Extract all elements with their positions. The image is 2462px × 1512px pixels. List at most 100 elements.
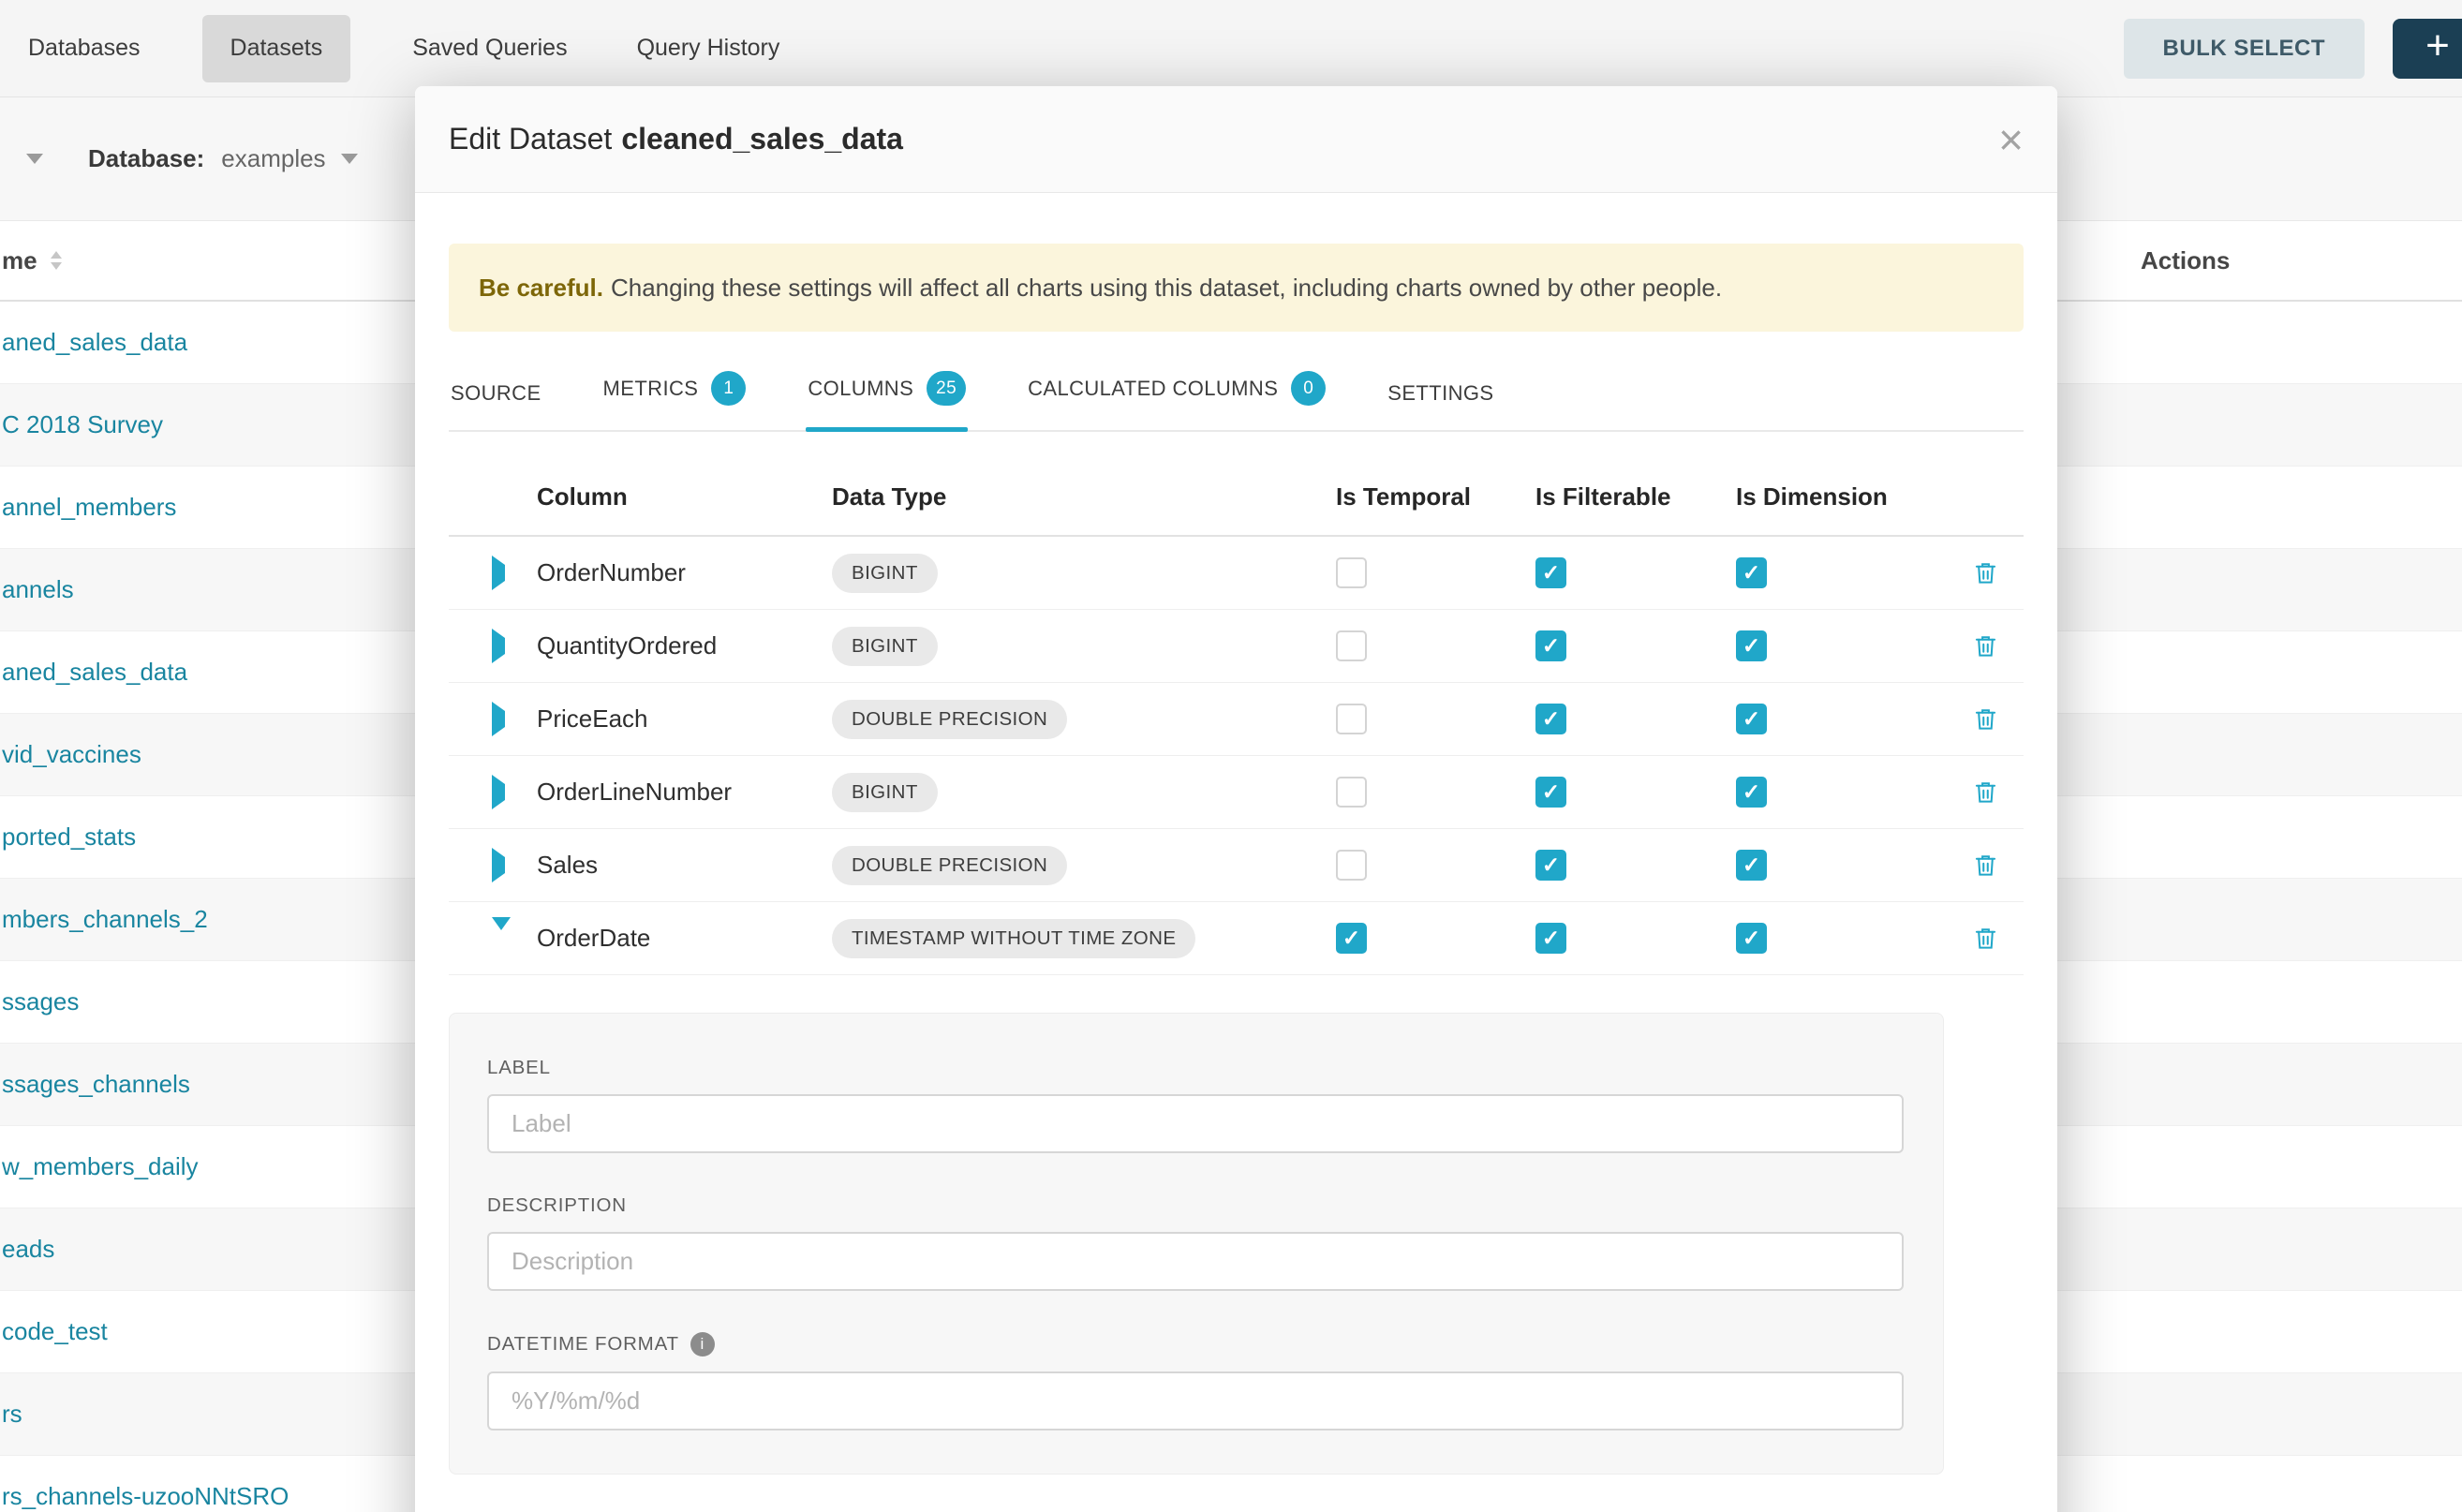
delete-column-button[interactable] (1973, 560, 1998, 586)
is-filterable-checkbox[interactable]: ✓ (1535, 704, 1566, 734)
column-name: OrderLineNumber (537, 778, 832, 807)
modal-tab-metrics[interactable]: METRICS 1 (601, 350, 749, 430)
is-filterable-checkbox[interactable]: ✓ (1535, 923, 1566, 954)
database-filter-label: Database: (88, 144, 204, 173)
dataset-link[interactable]: ssages_channels (2, 1070, 190, 1099)
is-filterable-checkbox[interactable]: ✓ (1535, 630, 1566, 661)
dataset-link[interactable]: eads (2, 1235, 54, 1264)
label-input[interactable] (487, 1094, 1904, 1153)
add-dataset-button[interactable]: + (2393, 19, 2462, 79)
delete-column-button[interactable] (1973, 706, 1998, 732)
nav-item-label: Saved Queries (412, 35, 567, 62)
is-dimension-checkbox[interactable]: ✓ (1736, 923, 1767, 954)
chevron-down-icon[interactable] (341, 154, 358, 164)
delete-column-button[interactable] (1973, 779, 1998, 805)
expand-caret-icon[interactable] (492, 629, 505, 663)
delete-column-button[interactable] (1973, 633, 1998, 659)
nav-item-databases[interactable]: Databases (21, 15, 148, 82)
expand-caret-icon[interactable] (492, 556, 505, 590)
chevron-down-icon[interactable] (26, 154, 43, 164)
modal-tab-settings[interactable]: SETTINGS (1386, 361, 1495, 430)
dataset-link[interactable]: annels (2, 575, 74, 604)
nav-actions: BULK SELECT + (2124, 19, 2462, 79)
column-name: QuantityOrdered (537, 631, 832, 660)
modal-tab-columns[interactable]: COLUMNS 25 (806, 350, 968, 430)
datetime-format-input[interactable] (487, 1371, 1904, 1430)
column-header: Column (537, 482, 832, 511)
is-filterable-checkbox[interactable]: ✓ (1535, 557, 1566, 588)
expand-caret-icon[interactable] (492, 917, 511, 946)
dataset-link[interactable]: mbers_channels_2 (2, 905, 208, 934)
datetime-format-field-label: DATETIME FORMAT i (487, 1332, 1906, 1356)
dataset-link[interactable]: aned_sales_data (2, 658, 187, 687)
tab-count-badge: 0 (1291, 371, 1326, 406)
dataset-link[interactable]: ported_stats (2, 823, 136, 852)
modal-title: Edit Dataset cleaned_sales_data (449, 122, 903, 156)
dataset-link[interactable]: rs_channels-uzooNNtSRO (2, 1482, 289, 1511)
nav-item-saved-queries[interactable]: Saved Queries (405, 15, 574, 82)
is-filterable-checkbox[interactable]: ✓ (1535, 777, 1566, 808)
column-detail-panel: LABEL DESCRIPTION DATETIME FORMAT i (449, 1013, 1944, 1475)
bulk-select-button[interactable]: BULK SELECT (2124, 19, 2366, 79)
modal-tabs: SOURCE METRICS 1 COLUMNS 25 CALCULATED C… (449, 350, 2024, 432)
delete-column-button[interactable] (1973, 926, 1998, 951)
dataset-link[interactable]: rs (2, 1400, 22, 1429)
info-icon: i (690, 1332, 715, 1356)
modal-title-dataset-name: cleaned_sales_data (621, 122, 903, 156)
tab-count-badge: 25 (927, 371, 966, 406)
is-temporal-checkbox[interactable]: ✓ (1336, 923, 1367, 954)
nav-item-datasets[interactable]: Datasets (202, 15, 351, 82)
is-temporal-checkbox[interactable]: ✓ (1336, 704, 1367, 734)
dataset-link[interactable]: w_members_daily (2, 1152, 199, 1181)
description-input[interactable] (487, 1232, 1904, 1291)
modal-body: Be careful.Changing these settings will … (415, 244, 2057, 1475)
warning-banner: Be careful.Changing these settings will … (449, 244, 2024, 332)
description-field-group: DESCRIPTION (487, 1194, 1906, 1291)
is-temporal-checkbox[interactable]: ✓ (1336, 630, 1367, 661)
modal-title-prefix: Edit Dataset (449, 122, 612, 156)
is-dimension-checkbox[interactable]: ✓ (1736, 777, 1767, 808)
dataset-link[interactable]: C 2018 Survey (2, 410, 163, 439)
database-filter-value[interactable]: examples (221, 144, 325, 173)
nav-item-query-history[interactable]: Query History (630, 15, 788, 82)
column-name: OrderNumber (537, 558, 832, 587)
expand-caret-icon[interactable] (492, 702, 505, 736)
is-filterable-checkbox[interactable]: ✓ (1535, 850, 1566, 881)
expand-caret-icon[interactable] (492, 848, 505, 882)
dataset-link[interactable]: vid_vaccines (2, 740, 141, 769)
is-temporal-checkbox[interactable]: ✓ (1336, 557, 1367, 588)
trash-icon (1973, 560, 1998, 586)
expand-caret-icon[interactable] (492, 775, 505, 809)
is-dimension-checkbox[interactable]: ✓ (1736, 850, 1767, 881)
column-row: OrderDate TIMESTAMP WITHOUT TIME ZONE ✓ … (449, 902, 2024, 975)
data-type-pill: TIMESTAMP WITHOUT TIME ZONE (832, 919, 1195, 958)
is-dimension-checkbox[interactable]: ✓ (1736, 630, 1767, 661)
column-row: PriceEach DOUBLE PRECISION ✓ ✓ ✓ (449, 683, 2024, 756)
is-dimension-header: Is Dimension (1736, 482, 1947, 511)
sort-icon[interactable] (51, 251, 62, 270)
modal-tab-label: COLUMNS (808, 377, 913, 401)
label-field-label: LABEL (487, 1057, 1906, 1079)
is-temporal-checkbox[interactable]: ✓ (1336, 850, 1367, 881)
top-navigation-bar: Databases Datasets Saved Queries Query H… (0, 0, 2462, 97)
column-name: PriceEach (537, 704, 832, 734)
close-icon[interactable]: × (1998, 118, 2024, 161)
label-field-group: LABEL (487, 1057, 1906, 1153)
delete-column-button[interactable] (1973, 852, 1998, 878)
datetime-format-field-group: DATETIME FORMAT i (487, 1332, 1906, 1430)
dataset-link[interactable]: ssages (2, 987, 79, 1016)
modal-tab-source[interactable]: SOURCE (449, 361, 543, 430)
modal-tab-calculated-columns[interactable]: CALCULATED COLUMNS 0 (1026, 350, 1327, 430)
dataset-link[interactable]: annel_members (2, 493, 176, 522)
is-dimension-checkbox[interactable]: ✓ (1736, 704, 1767, 734)
dataset-link[interactable]: code_test (2, 1317, 108, 1346)
data-type-pill: BIGINT (832, 773, 938, 812)
nav-item-label: Query History (637, 35, 780, 62)
is-temporal-checkbox[interactable]: ✓ (1336, 777, 1367, 808)
trash-icon (1973, 779, 1998, 805)
trash-icon (1973, 706, 1998, 732)
is-dimension-checkbox[interactable]: ✓ (1736, 557, 1767, 588)
dataset-link[interactable]: aned_sales_data (2, 328, 187, 357)
modal-tab-label: CALCULATED COLUMNS (1028, 377, 1278, 401)
is-filterable-header: Is Filterable (1535, 482, 1736, 511)
